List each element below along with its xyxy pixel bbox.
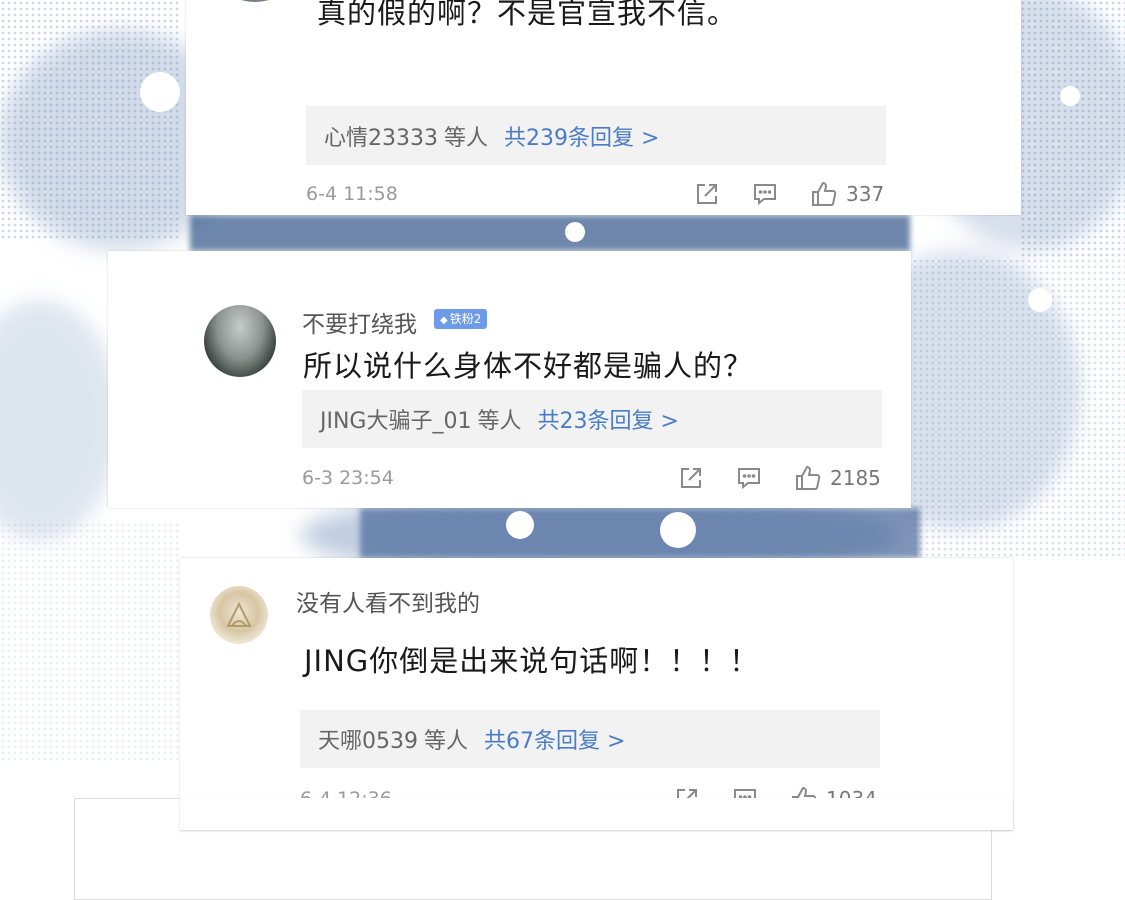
reply-summary[interactable]: JING大骗子_01 等人 共23条回复 >	[302, 390, 882, 448]
avatar[interactable]	[204, 305, 276, 377]
comment-icon[interactable]	[736, 465, 762, 491]
thumbs-up-icon	[812, 181, 837, 206]
share-icon[interactable]	[678, 465, 704, 491]
comment-text: 真的假的啊？不是官宣我不信。	[317, 0, 738, 30]
comment-text: JING你倒是出来说句话啊！！！！	[304, 644, 760, 678]
thumbs-up-icon	[796, 465, 821, 490]
reply-etc-label: 等人	[477, 409, 522, 434]
username[interactable]: 没有人看不到我的	[296, 584, 480, 618]
comment-actions: 2185	[678, 463, 881, 493]
comment-actions: 337	[694, 179, 884, 209]
logo-mark	[226, 601, 252, 627]
comment-icon[interactable]	[752, 181, 778, 207]
like-button[interactable]: 337	[810, 180, 884, 208]
reply-summary[interactable]: 心情23333 等人 共239条回复 >	[306, 106, 886, 165]
view-replies-link[interactable]: 共239条回复 >	[504, 120, 659, 152]
like-count: 337	[846, 182, 885, 206]
reply-summary[interactable]: 天哪0539 等人 共67条回复 >	[300, 710, 880, 768]
reply-users: 天哪0539	[318, 729, 418, 754]
comment-card: 真的假的啊？不是官宣我不信。 心情23333 等人 共239条回复 > 6-4 …	[186, 0, 1021, 215]
reply-users: 心情23333	[324, 125, 438, 151]
reply-users: JING大骗子_01	[320, 409, 472, 434]
reply-etc-label: 等人	[444, 125, 489, 151]
comment-time: 6-4 11:58	[306, 183, 398, 205]
view-replies-link[interactable]: 共67条回复 >	[484, 723, 625, 755]
view-replies-link[interactable]: 共23条回复 >	[538, 403, 679, 435]
reply-etc-label: 等人	[424, 729, 469, 754]
comment-card: 没有人看不到我的 JING你倒是出来说句话啊！！！！ 天哪0539 等人 共67…	[180, 558, 1013, 830]
username[interactable]: 不要打绕我	[302, 305, 417, 339]
card-overlap-mask	[180, 798, 1013, 830]
comment-card: 不要打绕我 ◆ 铁粉2 所以说什么身体不好都是骗人的？ JING大骗子_01 等人…	[108, 251, 911, 508]
comment-text: 所以说什么身体不好都是骗人的？	[303, 349, 754, 383]
avatar[interactable]	[224, 0, 286, 2]
badge-label: 铁粉2	[449, 312, 482, 326]
like-button[interactable]: 2185	[794, 464, 881, 492]
like-count: 2185	[830, 466, 881, 490]
share-icon[interactable]	[694, 181, 720, 207]
comment-time: 6-3 23:54	[302, 467, 394, 489]
diamond-icon: ◆	[440, 315, 448, 326]
fan-badge: ◆ 铁粉2	[434, 309, 488, 329]
avatar[interactable]	[210, 586, 268, 644]
